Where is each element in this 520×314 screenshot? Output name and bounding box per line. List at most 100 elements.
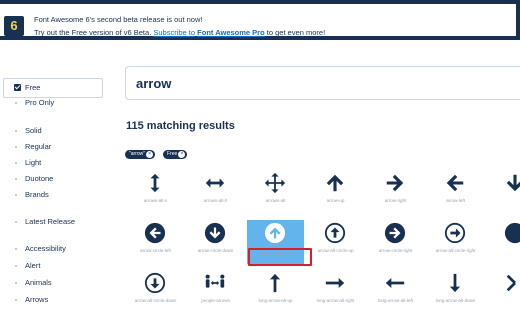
icon-tile-long-arrow-alt-down[interactable]: long-arrow-alt-down: [427, 270, 484, 314]
circle-left-icon: [144, 222, 166, 244]
fa6-logo-icon: 6: [4, 16, 24, 36]
bullet-icon: [15, 282, 17, 284]
icon-tile-label: long-arrow-alt-up: [258, 298, 293, 303]
banner-body: 6 Font Awesome 6's second beta release i…: [0, 4, 516, 37]
icon-tile-partial[interactable]: [487, 220, 520, 264]
icon-tile-label: arrows-alt: [265, 198, 286, 203]
results-count: 115 matching results: [126, 120, 235, 132]
icon-tile-arrow-up[interactable]: arrow-up: [307, 170, 364, 214]
arrow-up-icon: [326, 174, 344, 192]
icon-tile-arrows-alt-h[interactable]: arrows-alt-h: [187, 170, 244, 214]
bullet-icon: [15, 299, 17, 301]
icon-tile-label: arrow-right: [384, 198, 407, 203]
bullet-icon: [15, 178, 17, 180]
icon-tile-arrow-right[interactable]: arrow-right: [367, 170, 424, 214]
icon-tile-arrow-alt-circle-down[interactable]: arrow-alt-circle-down: [127, 270, 184, 314]
filter-pro-only[interactable]: Pro Only: [25, 98, 54, 107]
close-icon[interactable]: ×: [146, 151, 154, 158]
bullet-icon: [15, 162, 17, 164]
icon-tile-arrow-alt-circle-up[interactable]: arrow-alt-circle-up: [307, 220, 364, 264]
bullet-icon: [15, 194, 17, 196]
filter-chip-query-label: "arrow": [129, 151, 146, 157]
filter-regular[interactable]: Regular: [25, 142, 51, 151]
announcement-banner: 6 Font Awesome 6's second beta release i…: [0, 0, 520, 40]
bullet-icon: [15, 265, 17, 267]
icon-tile-long-arrow-alt-right[interactable]: long-arrow-alt-right: [307, 270, 364, 314]
checkbox-checked-icon[interactable]: [14, 84, 21, 91]
subscribe-link[interactable]: Subscribe to: [153, 28, 195, 37]
selected-highlight: [248, 248, 312, 266]
icon-tile-label: arrow-alt-circle-down: [134, 298, 177, 303]
icon-tile-arrow-circle-down[interactable]: arrow-circle-down: [187, 220, 244, 264]
category-arrows[interactable]: Arrows: [25, 295, 48, 304]
bullet-icon: [15, 130, 17, 132]
filter-chip-query[interactable]: "arrow" ×: [125, 150, 156, 159]
people-arrows-icon: [205, 274, 225, 288]
bullet-icon: [15, 146, 17, 148]
alt-circle-right-icon: [444, 222, 466, 244]
icon-tile-label: arrow-circle-down: [197, 248, 234, 253]
icon-tile-label: arrow-alt-circle-up: [317, 248, 354, 253]
icon-tile-label: arrows-alt-v: [143, 198, 168, 203]
category-alert[interactable]: Alert: [25, 261, 40, 270]
filter-solid[interactable]: Solid: [25, 126, 42, 135]
circle-down-icon: [204, 222, 226, 244]
circle-right-icon: [384, 222, 406, 244]
arrows-h-icon: [205, 178, 225, 188]
filter-brands[interactable]: Brands: [25, 190, 49, 199]
icon-tile-arrows-alt-v[interactable]: arrows-alt-v: [127, 170, 184, 214]
arrow-right-icon: [386, 174, 404, 192]
filter-latest-release[interactable]: Latest Release: [25, 217, 75, 226]
arrow-left-icon: [446, 174, 464, 192]
long-arrow-right-icon: [325, 277, 345, 289]
arrows-all-icon: [264, 172, 286, 194]
icon-tile-arrow-circle-left[interactable]: arrow-circle-left: [127, 220, 184, 264]
category-accessibility[interactable]: Accessibility: [25, 244, 66, 253]
icon-tile-arrows-alt[interactable]: arrows-alt: [247, 170, 304, 214]
icon-tile-long-arrow-alt-up[interactable]: long-arrow-alt-up: [247, 270, 304, 314]
long-arrow-left-icon: [385, 277, 405, 289]
close-icon[interactable]: ×: [178, 151, 186, 158]
bullet-icon: [15, 248, 17, 250]
icon-tile-label: arrow-alt-circle-right: [435, 248, 476, 253]
arrows-partial-icon: [506, 274, 516, 292]
icon-tile-label: arrow-left: [446, 198, 465, 203]
banner-text: Try out the Free version of v6 Beta.: [34, 28, 152, 37]
icon-tile-partial[interactable]: [487, 270, 520, 314]
filter-chip-free-label: Free: [167, 151, 178, 157]
arrow-down-icon: [506, 174, 520, 192]
circle-up-icon: [264, 222, 286, 244]
icon-tile-partial[interactable]: [487, 170, 520, 214]
filter-duotone[interactable]: Duotone: [25, 174, 53, 183]
bullet-icon: [15, 221, 17, 223]
banner-subline: Try out the Free version of v6 Beta. Sub…: [34, 28, 325, 37]
banner-text-end: to get even more!: [266, 28, 326, 37]
filter-free-label: Free: [25, 83, 41, 92]
filter-chip-free[interactable]: Free ×: [163, 150, 188, 159]
icon-tile-arrow-circle-right[interactable]: arrow-circle-right: [367, 220, 424, 264]
icon-tile-label: arrows-alt-h: [203, 198, 228, 203]
circle-partial-icon: [504, 222, 520, 244]
filter-light[interactable]: Light: [25, 158, 41, 167]
category-animals[interactable]: Animals: [25, 278, 52, 287]
long-arrow-down-icon: [449, 273, 461, 293]
icon-tile-label: long-arrow-alt-left: [377, 298, 413, 303]
alt-circle-up-icon: [324, 222, 346, 244]
search-box[interactable]: [125, 66, 520, 100]
banner-headline: Font Awesome 6's second beta release is …: [34, 15, 203, 24]
filter-free[interactable]: Free: [3, 78, 103, 98]
icon-tile-arrow-alt-circle-right[interactable]: arrow-alt-circle-right: [427, 220, 484, 264]
icon-tile-label: arrow-circle-right: [378, 248, 413, 253]
long-arrow-up-icon: [269, 273, 281, 293]
icon-tile-label: long-arrow-alt-down: [435, 298, 476, 303]
alt-circle-down-icon: [144, 272, 166, 294]
icon-tile-long-arrow-alt-left[interactable]: long-arrow-alt-left: [367, 270, 424, 314]
bullet-icon: [15, 102, 17, 104]
arrows-v-icon: [150, 173, 160, 193]
icon-tile-people-arrows[interactable]: people-arrows: [187, 270, 244, 314]
icon-tile-label: arrow-up: [326, 198, 345, 203]
fa-pro-link[interactable]: Font Awesome Pro: [197, 28, 265, 37]
icon-tile-label: arrow-circle-left: [140, 248, 171, 253]
search-input[interactable]: [136, 74, 506, 92]
icon-tile-arrow-left[interactable]: arrow-left: [427, 170, 484, 214]
